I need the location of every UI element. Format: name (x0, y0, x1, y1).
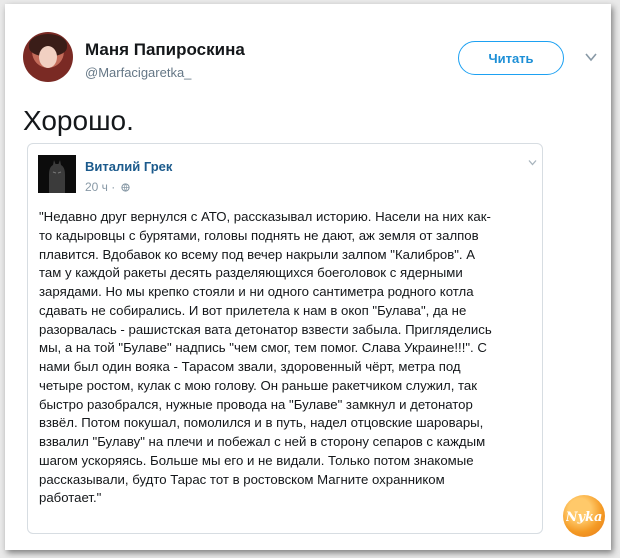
quoted-author-name[interactable]: Виталий Грек (85, 159, 172, 174)
tweet-text: Хорошо. (23, 105, 134, 136)
quoted-text-line: плавится. Вдобавок ко всему под вечер на… (39, 246, 476, 262)
quoted-text-line: работает." (39, 490, 102, 506)
author-name[interactable]: Маня Папироскина (85, 40, 245, 60)
nyka-logo: Nyka (563, 495, 605, 537)
author-handle[interactable]: @Marfacigaretka_ (85, 65, 191, 80)
quoted-text-line: мы, а на той "Булаве" надпись "чем смог,… (39, 340, 487, 356)
quoted-avatar (38, 155, 76, 193)
quoted-meta: 20 ч · (85, 180, 130, 194)
follow-button[interactable]: Читать (458, 41, 564, 75)
nyka-logo-lettering: Nyka (566, 510, 602, 525)
quoted-text-line: там у каждой ракеты десять разделяющихся… (39, 265, 463, 281)
author-avatar[interactable] (23, 32, 73, 82)
globe-icon (120, 183, 130, 192)
quoted-chevron-down-icon[interactable] (528, 159, 537, 166)
quoted-text-line: четыре ростом, кулак с мою голову. Он ра… (39, 377, 478, 393)
quoted-text-line: сдавать не собирались. И вот прилетела к… (39, 302, 467, 318)
batman-silhouette-icon (38, 155, 76, 193)
svg-text:Nyka: Nyka (566, 510, 602, 525)
quoted-text-line: "Недавно друг вернулся с АТО, рассказыва… (39, 209, 491, 224)
quoted-text-line: рассказывали, будто Тарас тот в ростовск… (39, 471, 445, 487)
quoted-tweet[interactable]: Виталий Грек 20 ч · "Недавно друг вернул… (27, 143, 543, 534)
quoted-text-line: взвалил "Булаву" на плечи и побежал с не… (39, 434, 486, 449)
quoted-text: "Недавно друг вернулся с АТО, рассказыва… (39, 208, 539, 508)
quoted-text-line: нами был один вояка - Тарасом звали, здо… (39, 359, 461, 374)
quoted-text-line: то кадыровцы с бурятами, головы поднять … (39, 227, 479, 243)
quoted-text-line: шагом ускоряясь. Больше мы его и не вида… (39, 452, 474, 468)
quoted-text-line: зарядами. Но мы крепко стояли и ни одног… (39, 284, 474, 299)
quoted-text-line: взвёл. Потом покушал, помолился и в путь… (39, 415, 484, 431)
tweet-card: Маня Папироскина @Marfacigaretka_ Читать… (5, 4, 611, 550)
quoted-timestamp[interactable]: 20 ч · (85, 180, 115, 194)
quoted-text-line: быстро разобрался, нужные провода на "Бу… (39, 396, 473, 412)
avatar-face (39, 46, 57, 68)
quoted-text-line: разорвалась - рашистская вата детонатор … (39, 321, 492, 337)
chevron-down-icon[interactable] (585, 52, 597, 62)
